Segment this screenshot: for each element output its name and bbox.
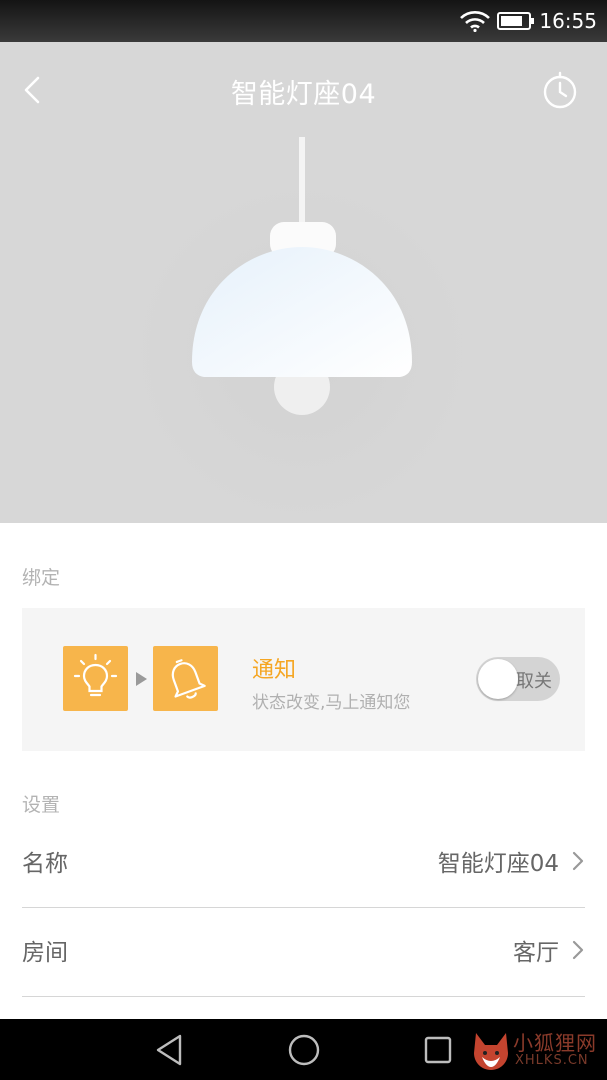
battery-icon bbox=[497, 12, 534, 30]
watermark-text: 小狐狸网 bbox=[513, 1031, 597, 1055]
settings-section-label: 设置 bbox=[22, 794, 61, 816]
divider bbox=[22, 907, 585, 908]
notification-binding-card: 通知 状态改变,马上通知您 取关 bbox=[22, 608, 585, 751]
row-value: 智能灯座04 bbox=[437, 851, 559, 877]
row-value: 客厅 bbox=[513, 940, 559, 966]
recents-square-icon[interactable] bbox=[418, 1031, 458, 1069]
notification-title: 通知 bbox=[252, 658, 297, 683]
device-hero: 智能灯座04 bbox=[0, 42, 607, 523]
status-bar: 16:55 bbox=[0, 0, 607, 42]
watermark-url: XHLKS.CN bbox=[515, 1053, 589, 1068]
bell-icon bbox=[153, 646, 218, 711]
page-title: 智能灯座04 bbox=[230, 79, 377, 110]
arrow-right-icon bbox=[136, 672, 147, 686]
home-circle-icon[interactable] bbox=[284, 1031, 324, 1069]
notification-subtitle: 状态改变,马上通知您 bbox=[252, 693, 411, 713]
fox-logo-icon bbox=[474, 1033, 508, 1070]
settings-row-name[interactable]: 名称 智能灯座04 bbox=[22, 820, 585, 908]
lightbulb-icon bbox=[63, 646, 128, 711]
chevron-right-icon bbox=[572, 851, 584, 871]
content-panel: 绑定 通知 状态改变,马上通知您 取关 设置 名称 智能灯座04 房间 客厅 bbox=[0, 523, 607, 1019]
binding-section-label: 绑定 bbox=[22, 567, 61, 589]
chevron-right-icon bbox=[572, 940, 584, 960]
lamp-illustration bbox=[132, 137, 472, 522]
clock-time: 16:55 bbox=[539, 9, 597, 33]
notification-toggle[interactable]: 取关 bbox=[476, 657, 560, 701]
timer-button[interactable] bbox=[540, 70, 580, 110]
toggle-label: 取关 bbox=[516, 671, 552, 692]
settings-row-room[interactable]: 房间 客厅 bbox=[22, 909, 585, 997]
divider bbox=[22, 996, 585, 997]
row-label: 名称 bbox=[22, 851, 68, 877]
watermark: 小狐狸网 XHLKS.CN bbox=[470, 1025, 607, 1077]
toggle-knob bbox=[478, 659, 518, 699]
row-label: 房间 bbox=[22, 940, 68, 966]
wifi-icon bbox=[460, 11, 490, 32]
back-triangle-icon[interactable] bbox=[150, 1031, 190, 1069]
